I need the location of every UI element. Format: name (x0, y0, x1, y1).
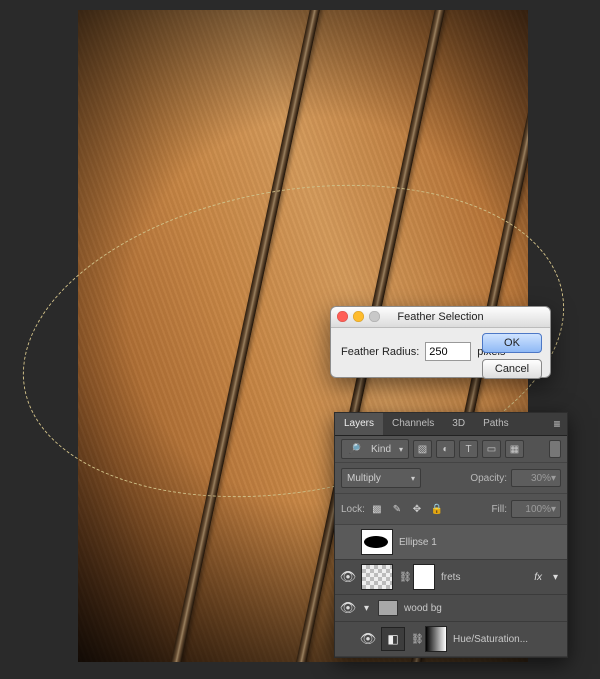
layer-thumbnail[interactable] (361, 564, 393, 590)
opacity-input[interactable]: 30% ▾ (511, 469, 561, 487)
lock-transparent-icon[interactable]: ▩ (369, 501, 385, 517)
folder-icon (378, 600, 398, 616)
layer-row-frets[interactable]: 👁 ⛓ frets fx ▾ (335, 560, 567, 595)
visibility-toggle-icon[interactable]: 👁 (341, 570, 355, 584)
layer-mask-thumbnail[interactable] (413, 564, 435, 590)
feather-selection-dialog: Feather Selection Feather Radius: pixels… (330, 306, 551, 378)
close-icon[interactable] (337, 311, 348, 322)
layers-list: Ellipse 1 👁 ⛓ frets fx ▾ 👁 ▾ wood bg 👁 ◧ (335, 525, 567, 657)
chevron-down-icon[interactable]: ▾ (550, 572, 561, 583)
chevron-down-icon: ▾ (551, 504, 556, 515)
blend-mode-value: Multiply (347, 473, 381, 484)
window-controls[interactable] (337, 311, 380, 322)
filter-shape-icon[interactable]: ▭ (482, 440, 501, 458)
lock-image-icon[interactable]: ✎ (389, 501, 405, 517)
visibility-toggle-icon[interactable]: 👁 (341, 601, 355, 615)
chevron-down-icon: ▾ (411, 474, 415, 483)
layer-filter-bar: 🔎 Kind ▾ ▧ ◐ T ▭ ▦ (335, 436, 567, 463)
layer-row-ellipse[interactable]: Ellipse 1 (335, 525, 567, 560)
layer-name[interactable]: Ellipse 1 (399, 537, 437, 548)
opacity-label: Opacity: (470, 473, 507, 484)
filter-kind-label: Kind (371, 444, 391, 455)
lock-position-icon[interactable]: ✥ (409, 501, 425, 517)
filter-toggle-switch[interactable] (549, 440, 561, 458)
layer-row-group-woodbg[interactable]: 👁 ▾ wood bg (335, 595, 567, 622)
tab-channels[interactable]: Channels (383, 413, 443, 435)
panel-menu-icon[interactable]: ≡ (547, 417, 567, 431)
dialog-titlebar[interactable]: Feather Selection (331, 307, 550, 328)
filter-kind-dropdown[interactable]: 🔎 Kind ▾ (341, 439, 409, 459)
fill-input[interactable]: 100% ▾ (511, 500, 561, 518)
ok-button[interactable]: OK (482, 333, 542, 353)
tab-layers[interactable]: Layers (335, 413, 383, 435)
layer-name[interactable]: Hue/Saturation... (453, 634, 528, 645)
visibility-toggle-icon[interactable]: 👁 (361, 632, 375, 646)
layer-name[interactable]: wood bg (404, 603, 442, 614)
zoom-icon (369, 311, 380, 322)
group-toggle-icon[interactable]: ▾ (361, 603, 372, 614)
blend-mode-dropdown[interactable]: Multiply ▾ (341, 468, 421, 488)
layer-name[interactable]: frets (441, 572, 460, 583)
blend-opacity-row: Multiply ▾ Opacity: 30% ▾ (335, 463, 567, 494)
tab-paths[interactable]: Paths (474, 413, 518, 435)
filter-smart-icon[interactable]: ▦ (505, 440, 524, 458)
lock-all-icon[interactable]: 🔒 (429, 501, 445, 517)
opacity-value: 30% (531, 473, 551, 484)
search-icon: 🔎 (347, 441, 363, 457)
filter-type-icon[interactable]: T (459, 440, 478, 458)
feather-radius-input[interactable] (425, 342, 471, 361)
filter-pixel-icon[interactable]: ▧ (413, 440, 432, 458)
layer-thumbnail[interactable] (361, 529, 393, 555)
fill-label: Fill: (491, 504, 507, 515)
panel-tabs: Layers Channels 3D Paths ≡ (335, 413, 567, 436)
filter-adjustment-icon[interactable]: ◐ (436, 440, 455, 458)
layer-mask-thumbnail[interactable] (425, 626, 447, 652)
chevron-down-icon: ▾ (551, 473, 556, 484)
layers-panel: Layers Channels 3D Paths ≡ 🔎 Kind ▾ ▧ ◐ … (334, 412, 568, 658)
lock-fill-row: Lock: ▩ ✎ ✥ 🔒 Fill: 100% ▾ (335, 494, 567, 525)
feather-radius-label: Feather Radius: (341, 346, 419, 358)
lock-label: Lock: (341, 504, 365, 515)
visibility-toggle-icon[interactable] (341, 535, 355, 549)
adjustment-layer-icon[interactable]: ◧ (381, 627, 405, 651)
layer-effects-badge[interactable]: fx (534, 572, 544, 583)
layer-row-hue-saturation[interactable]: 👁 ◧ ⛓ Hue/Saturation... (335, 622, 567, 657)
mask-link-icon[interactable]: ⛓ (411, 634, 419, 645)
minimize-icon[interactable] (353, 311, 364, 322)
fill-value: 100% (525, 504, 551, 515)
dialog-title: Feather Selection (397, 311, 483, 323)
chevron-down-icon: ▾ (399, 445, 403, 454)
tab-3d[interactable]: 3D (443, 413, 474, 435)
mask-link-icon[interactable]: ⛓ (399, 572, 407, 583)
app-stage: Feather Selection Feather Radius: pixels… (0, 0, 600, 679)
cancel-button[interactable]: Cancel (482, 359, 542, 379)
